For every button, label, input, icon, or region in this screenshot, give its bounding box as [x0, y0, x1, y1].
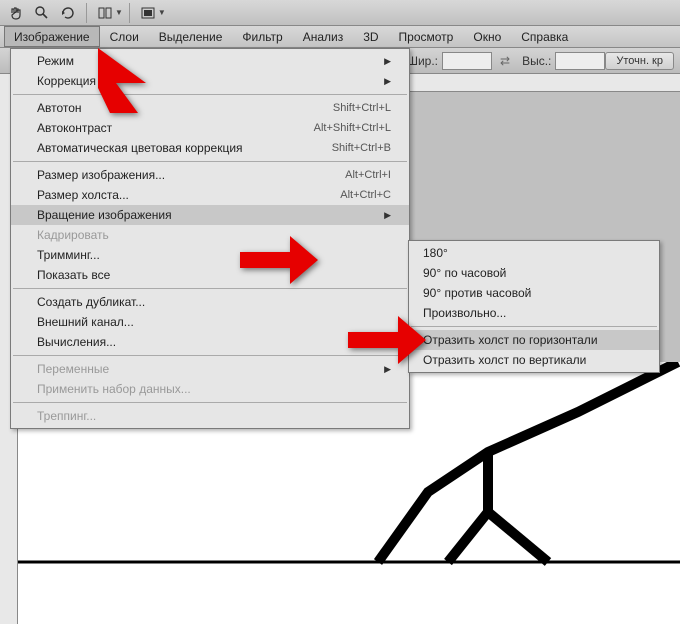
menu-item-label: Внешний канал... — [37, 315, 134, 329]
menu-item-label: Размер холста... — [37, 188, 129, 202]
arrow-1 — [98, 48, 168, 118]
menu-layers[interactable]: Слои — [100, 26, 149, 47]
menu-item-показать-все[interactable]: Показать все — [11, 265, 409, 285]
menu-item-label: Применить набор данных... — [37, 382, 191, 396]
menu-item-label: Коррекция — [37, 74, 96, 88]
menu-item-label: Показать все — [37, 268, 110, 282]
menu-item-размер-изображения-[interactable]: Размер изображения... Alt+Ctrl+I — [11, 165, 409, 185]
submenu-item[interactable]: Произвольно... — [409, 303, 659, 323]
menu-item-label: Автоконтраст — [37, 121, 112, 135]
mini-toolbar: ▼ ▼ — [0, 0, 680, 26]
submenu-item[interactable]: Отразить холст по вертикали — [409, 350, 659, 370]
menu-item-shortcut: Alt+Ctrl+I — [345, 169, 391, 181]
menu-item-треппинг-: Треппинг... — [11, 406, 409, 426]
menu-separator — [13, 288, 407, 289]
menu-item-автоконтраст[interactable]: Автоконтраст Alt+Shift+Ctrl+L — [11, 118, 409, 138]
menu-item-label: Размер изображения... — [37, 168, 165, 182]
menu-item-label: Режим — [37, 54, 74, 68]
menu-item-label: Переменные — [37, 362, 109, 376]
submenu-item[interactable]: 90° по часовой — [409, 263, 659, 283]
screen-mode-icon[interactable] — [136, 2, 160, 24]
submenu-arrow-icon: ▶ — [384, 56, 391, 67]
main-menubar: Изображение Слои Выделение Фильтр Анализ… — [0, 26, 680, 48]
hand-icon[interactable] — [4, 2, 28, 24]
menu-select[interactable]: Выделение — [149, 26, 233, 47]
height-input[interactable] — [555, 52, 605, 70]
swap-icon[interactable]: ⇄ — [500, 54, 510, 68]
width-label: Шир.: — [407, 54, 438, 68]
arrow-2 — [240, 232, 320, 292]
menu-item-label: Тримминг... — [37, 248, 100, 262]
menu-item-label: Вращение изображения — [37, 208, 172, 222]
menu-item-кадрировать: Кадрировать — [11, 225, 409, 245]
menu-item-применить-набор-данных-: Применить набор данных... — [11, 379, 409, 399]
submenu-arrow-icon: ▶ — [384, 210, 391, 221]
toolbar-separator — [86, 3, 87, 23]
refine-edge-button[interactable]: Уточн. кр — [605, 52, 674, 70]
menu-item-shortcut: Alt+Shift+Ctrl+L — [314, 122, 391, 134]
rotate-submenu: 180°90° по часовой90° против часовойПрои… — [408, 240, 660, 373]
menu-analysis[interactable]: Анализ — [293, 26, 354, 47]
chevron-down-icon: ▼ — [115, 8, 123, 17]
chevron-down-icon: ▼ — [158, 8, 166, 17]
menu-3d[interactable]: 3D — [353, 26, 388, 47]
menu-item-размер-холста-[interactable]: Размер холста... Alt+Ctrl+C — [11, 185, 409, 205]
arrow-3 — [348, 312, 428, 372]
toolbar-separator — [129, 3, 130, 23]
menu-item-тримминг-[interactable]: Тримминг... — [11, 245, 409, 265]
submenu-arrow-icon: ▶ — [384, 76, 391, 87]
menu-image[interactable]: Изображение — [4, 26, 100, 47]
menu-item-shortcut: Alt+Ctrl+C — [340, 189, 391, 201]
rotate-view-icon[interactable] — [56, 2, 80, 24]
menu-item-label: Автоматическая цветовая коррекция — [37, 141, 243, 155]
menu-item-автоматическая-цветовая-коррекция[interactable]: Автоматическая цветовая коррекция Shift+C… — [11, 138, 409, 158]
menu-item-режим[interactable]: Режим ▶ — [11, 51, 409, 71]
menu-item-label: Вычисления... — [37, 335, 116, 349]
zoom-icon[interactable] — [30, 2, 54, 24]
menu-item-коррекция[interactable]: Коррекция ▶ — [11, 71, 409, 91]
menu-item-создать-дубликат-[interactable]: Создать дубликат... — [11, 292, 409, 312]
menu-view[interactable]: Просмотр — [389, 26, 464, 47]
menu-item-shortcut: Shift+Ctrl+B — [332, 142, 391, 154]
menu-separator — [13, 94, 407, 95]
menu-item-shortcut: Shift+Ctrl+L — [333, 102, 391, 114]
submenu-item[interactable]: Отразить холст по горизонтали — [409, 330, 659, 350]
menu-item-label: Кадрировать — [37, 228, 109, 242]
submenu-item[interactable]: 90° против часовой — [409, 283, 659, 303]
width-input[interactable] — [442, 52, 492, 70]
menu-item-автотон[interactable]: Автотон Shift+Ctrl+L — [11, 98, 409, 118]
menu-item-label: Создать дубликат... — [37, 295, 145, 309]
arrange-icon[interactable] — [93, 2, 117, 24]
menu-separator — [13, 161, 407, 162]
menu-item-label: Треппинг... — [37, 409, 96, 423]
menu-separator — [13, 402, 407, 403]
menu-filter[interactable]: Фильтр — [232, 26, 292, 47]
menu-item-label: Автотон — [37, 101, 82, 115]
submenu-item[interactable]: 180° — [409, 243, 659, 263]
height-label: Выс.: — [522, 54, 551, 68]
menu-window[interactable]: Окно — [463, 26, 511, 47]
menu-separator — [411, 326, 657, 327]
menu-help[interactable]: Справка — [511, 26, 578, 47]
menu-item-вращение-изображения[interactable]: Вращение изображения ▶ — [11, 205, 409, 225]
